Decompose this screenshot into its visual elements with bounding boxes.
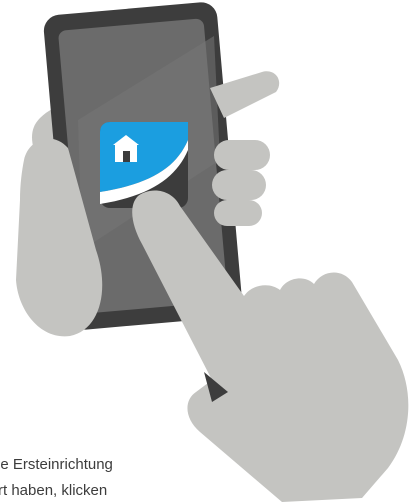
instruction-line-1: ie Ersteinrichtung <box>0 456 113 473</box>
setup-instruction-panel: ie Ersteinrichtung rt haben, klicken <box>0 0 416 502</box>
instruction-text: ie Ersteinrichtung rt haben, klicken <box>0 452 200 502</box>
hand-tapping-phone-illustration <box>16 2 409 502</box>
instruction-line-2: rt haben, klicken <box>0 482 108 499</box>
left-fingertips <box>212 140 270 226</box>
